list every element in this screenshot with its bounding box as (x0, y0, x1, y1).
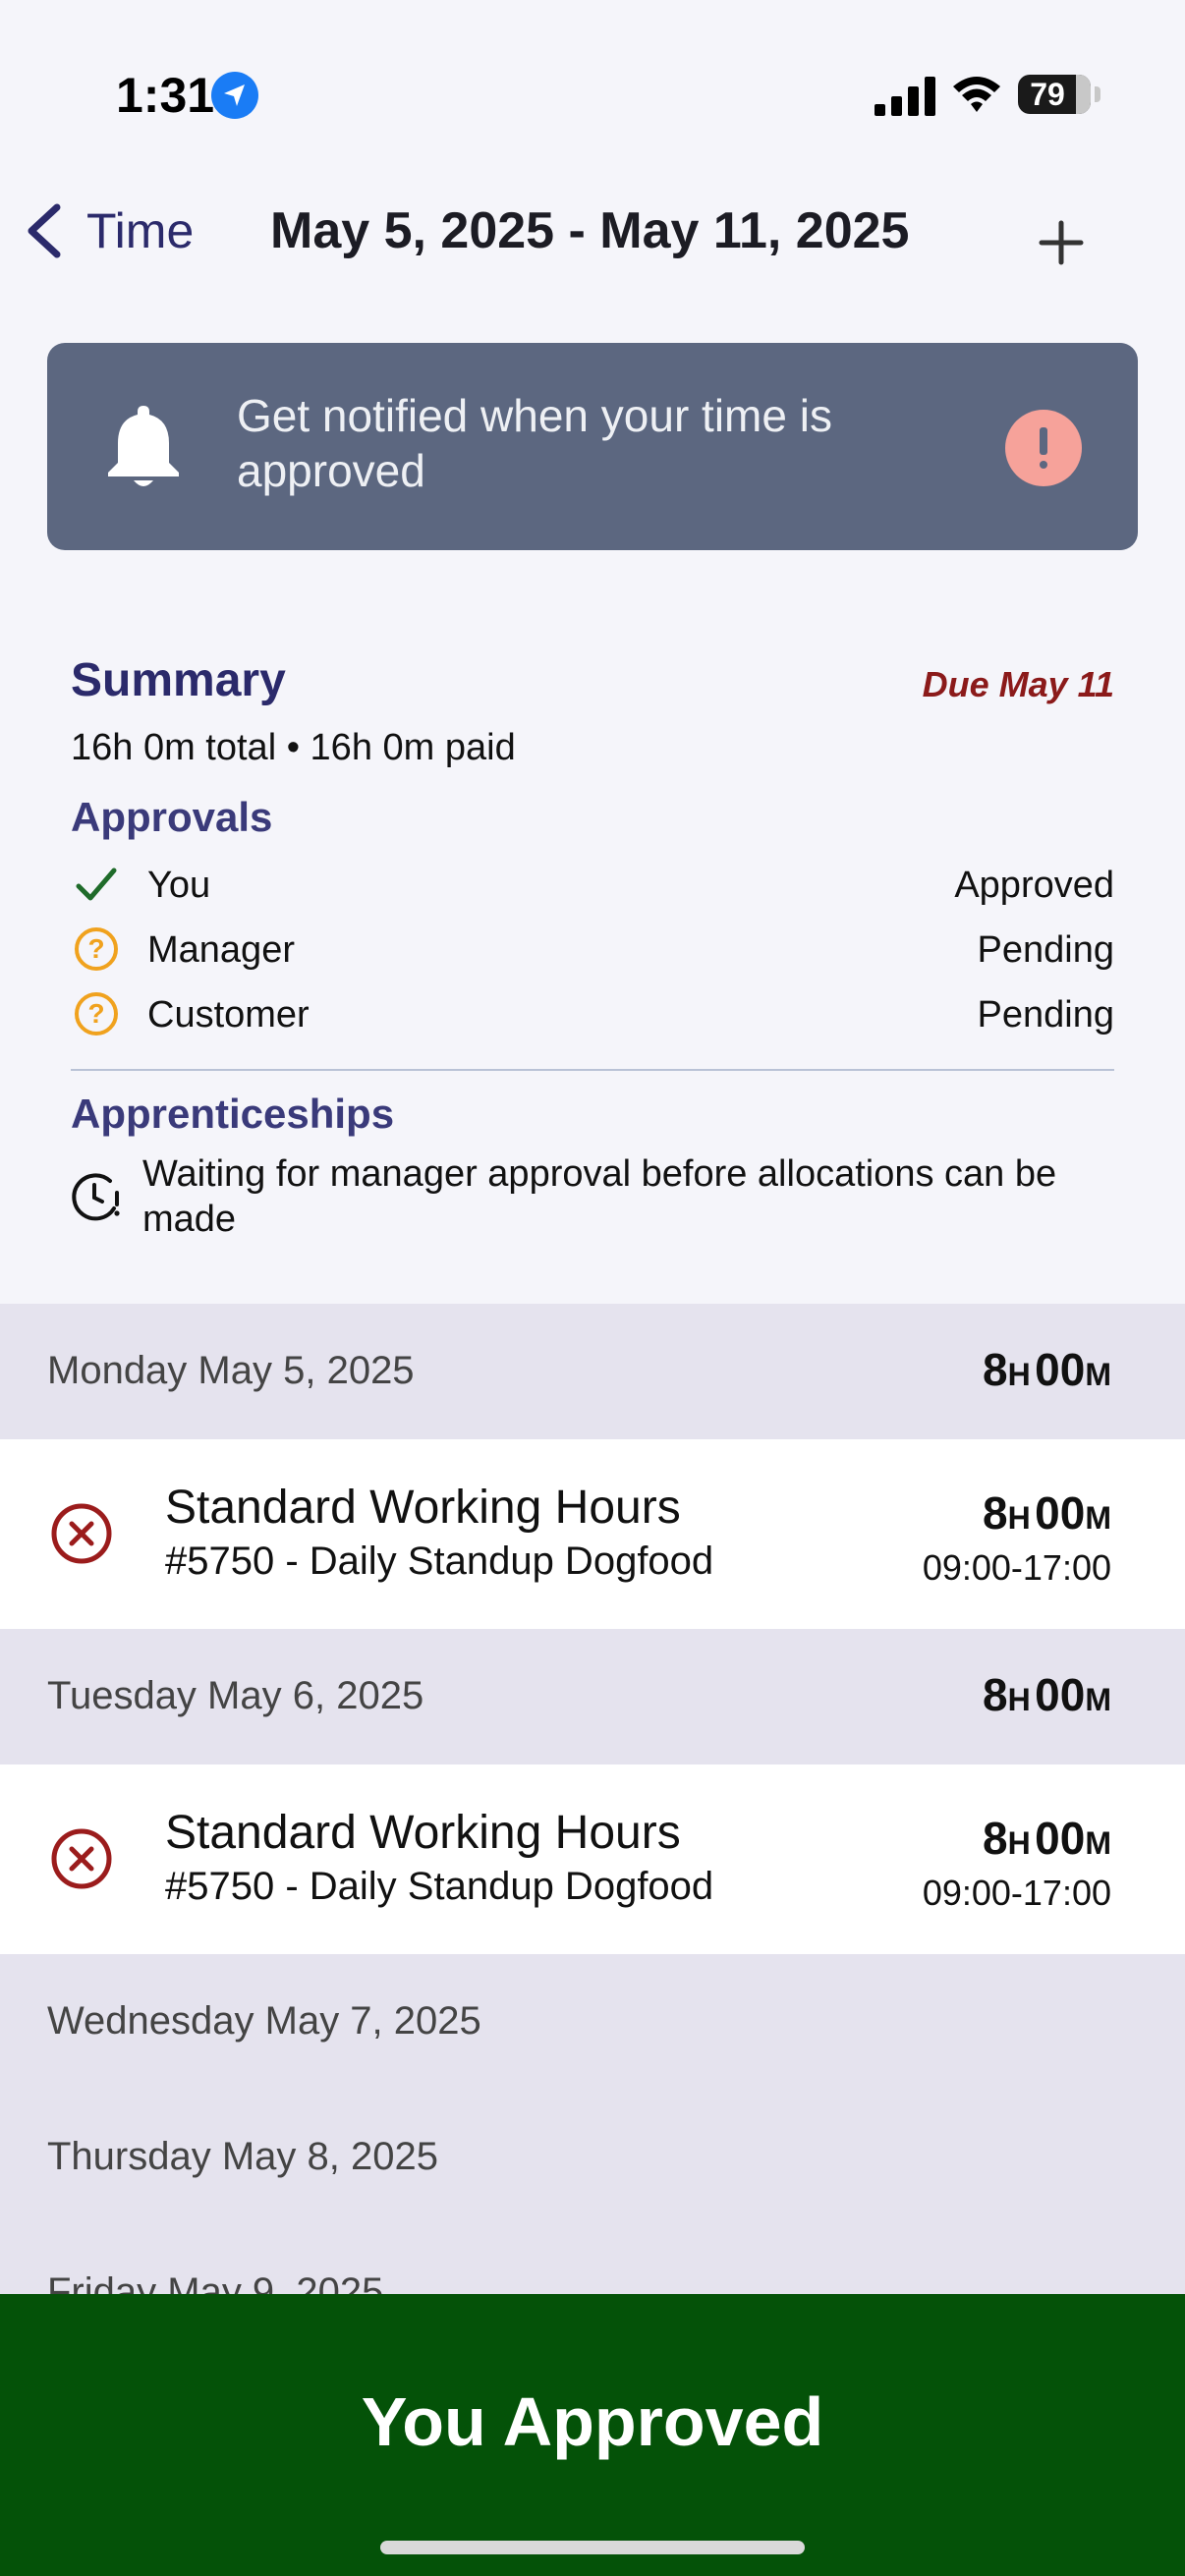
time-entry[interactable]: Standard Working Hours #5750 - Daily Sta… (0, 1764, 1185, 1954)
back-label: Time (86, 203, 195, 258)
location-arrow-icon (211, 72, 258, 119)
day-label: Wednesday May 7, 2025 (47, 1999, 481, 2043)
apprenticeships-title: Apprenticeships (71, 1091, 395, 1137)
day-header-tuesday[interactable]: Tuesday May 6, 2025 8H 00M (0, 1629, 1185, 1764)
page-title: May 5, 2025 - May 11, 2025 (270, 202, 910, 259)
time-entry[interactable]: Standard Working Hours #5750 - Daily Sta… (0, 1439, 1185, 1629)
due-date-label: Due May 11 (922, 664, 1114, 704)
approval-row-you: You Approved (71, 855, 1114, 914)
clock-alert-icon (72, 1173, 120, 1221)
approvals-title: Approvals (71, 794, 273, 840)
rejected-x-icon (51, 1828, 112, 1889)
home-indicator (380, 2541, 805, 2554)
day-header-monday[interactable]: Monday May 5, 2025 8H 00M (0, 1304, 1185, 1439)
alert-icon (1005, 410, 1082, 486)
back-button[interactable]: Time (22, 196, 194, 265)
rejected-x-icon (51, 1503, 112, 1564)
entry-duration: 8H 00M (983, 1487, 1111, 1539)
banner-text: Get notified when your time is approved (237, 390, 832, 496)
question-icon: ? (75, 992, 118, 1036)
day-header-wednesday[interactable]: Wednesday May 7, 2025 (0, 1954, 1185, 2090)
check-icon (76, 868, 117, 901)
approver-name: Customer (147, 994, 310, 1036)
entry-time-range: 09:00-17:00 (922, 1873, 1111, 1913)
apprenticeships-message: Waiting for manager approval before allo… (142, 1153, 1057, 1240)
day-label: Tuesday May 6, 2025 (47, 1674, 424, 1717)
approval-status: Pending (977, 994, 1114, 1036)
summary-title: Summary (71, 654, 286, 706)
entry-subtitle: #5750 - Daily Standup Dogfood (165, 1540, 714, 1583)
entry-title: Standard Working Hours (165, 1482, 681, 1534)
approval-row-manager: ? Manager Pending (71, 920, 1114, 979)
summary-totals: 16h 0m total • 16h 0m paid (71, 727, 516, 768)
chevron-left-icon (28, 203, 61, 258)
entry-duration: 8H 00M (983, 1813, 1111, 1864)
entry-title: Standard Working Hours (165, 1807, 681, 1859)
bell-icon (108, 406, 179, 486)
day-label: Thursday May 8, 2025 (47, 2135, 438, 2178)
day-header-thursday[interactable]: Thursday May 8, 2025 (0, 2090, 1185, 2225)
approval-row-customer: ? Customer Pending (71, 984, 1114, 1043)
day-total: 8H 00M (983, 1669, 1111, 1720)
status-time: 1:31 (116, 68, 215, 123)
notification-banner[interactable]: Get notified when your time is approved (47, 343, 1138, 550)
approval-status: Pending (977, 929, 1114, 971)
day-total: 8H 00M (983, 1344, 1111, 1395)
approver-name: You (147, 865, 211, 906)
battery-level: 79 (1030, 77, 1065, 112)
approval-footer: You Approved (0, 2294, 1185, 2576)
battery-icon: 79 (1018, 75, 1100, 114)
divider (71, 1069, 1114, 1071)
approval-status: Approved (954, 865, 1114, 906)
cellular-signal-icon (875, 77, 935, 116)
day-label: Monday May 5, 2025 (47, 1349, 415, 1392)
entry-subtitle: #5750 - Daily Standup Dogfood (165, 1865, 714, 1908)
entry-time-range: 09:00-17:00 (922, 1547, 1111, 1588)
you-approved-button[interactable]: You Approved (0, 2382, 1185, 2461)
status-bar: 1:31 79 (0, 0, 1185, 187)
approver-name: Manager (147, 929, 295, 971)
add-button[interactable] (1030, 211, 1093, 274)
wifi-icon (953, 77, 1000, 112)
question-icon: ? (75, 927, 118, 971)
